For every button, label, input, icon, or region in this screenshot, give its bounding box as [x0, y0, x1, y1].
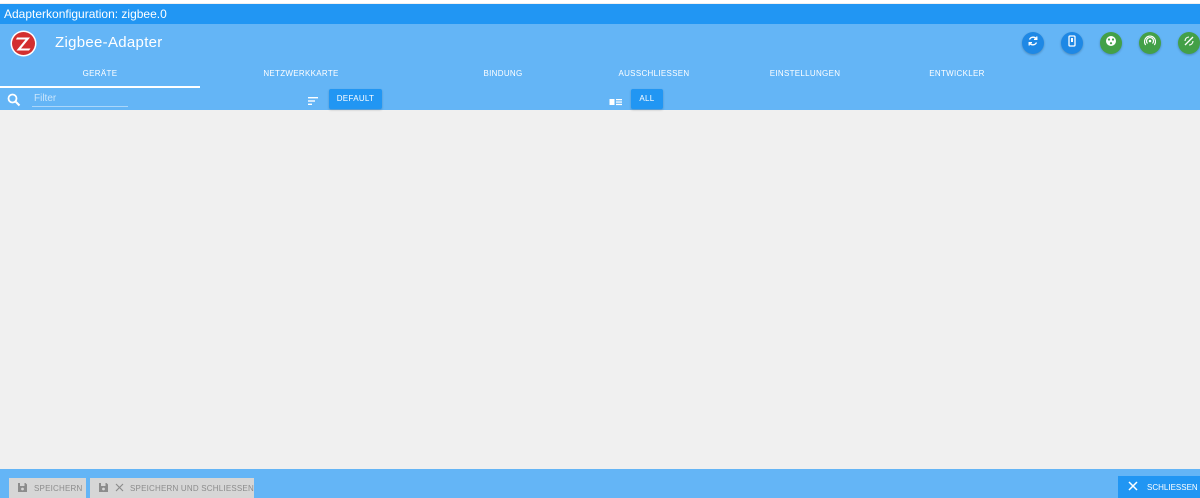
close-button[interactable]: SCHLIESSEN	[1118, 476, 1200, 498]
view-mode-icon[interactable]	[609, 94, 623, 112]
close-icon	[115, 483, 130, 494]
close-label: SCHLIESSEN	[1147, 482, 1198, 492]
window-title: Adapterkonfiguration: zigbee.0	[4, 7, 167, 21]
window-top-border	[0, 0, 1200, 3]
signal-icon	[1143, 34, 1157, 52]
refresh-icon	[1027, 34, 1039, 52]
save-icon	[98, 482, 115, 495]
filter-input[interactable]	[32, 91, 128, 107]
network-button[interactable]	[1100, 32, 1122, 54]
footer-bar: SPEICHERN SPEICHERN UND SCHLIESSEN SCHLI…	[0, 469, 1200, 498]
app-header: Zigbee-Adapter GERÄTE NETZWERKKARTE BIND…	[0, 24, 1200, 110]
close-icon	[1128, 481, 1147, 493]
tab-netzwerkkarte[interactable]: NETZWERKKARTE	[201, 64, 401, 88]
save-button[interactable]: SPEICHERN	[9, 478, 86, 498]
save-and-close-button[interactable]: SPEICHERN UND SCHLIESSEN	[90, 478, 254, 498]
tab-entwickler[interactable]: ENTWICKLER	[857, 64, 1057, 88]
tab-geraete[interactable]: GERÄTE	[0, 64, 200, 88]
save-and-close-label: SPEICHERN UND SCHLIESSEN	[130, 483, 254, 493]
app-title: Zigbee-Adapter	[55, 34, 163, 51]
antenna-button[interactable]	[1178, 32, 1200, 54]
zigbee-logo-icon	[10, 30, 37, 57]
network-icon	[1105, 34, 1117, 52]
refresh-button[interactable]	[1022, 32, 1044, 54]
view-all-button[interactable]: ALL	[631, 89, 663, 109]
save-icon	[17, 482, 34, 495]
search-icon	[7, 93, 21, 112]
sort-default-button[interactable]: DEFAULT	[329, 89, 382, 109]
save-label: SPEICHERN	[34, 483, 83, 493]
phone-device-icon	[1066, 34, 1078, 52]
device-toolbar: DEFAULT ALL	[0, 88, 1200, 110]
device-button[interactable]	[1061, 32, 1083, 54]
signal-button[interactable]	[1139, 32, 1161, 54]
tab-bar: GERÄTE NETZWERKKARTE BINDUNG AUSSCHLIESS…	[0, 64, 1200, 88]
antenna-icon	[1183, 34, 1195, 52]
sort-icon[interactable]	[307, 93, 319, 111]
window-title-bar: Adapterkonfiguration: zigbee.0	[0, 4, 1200, 24]
